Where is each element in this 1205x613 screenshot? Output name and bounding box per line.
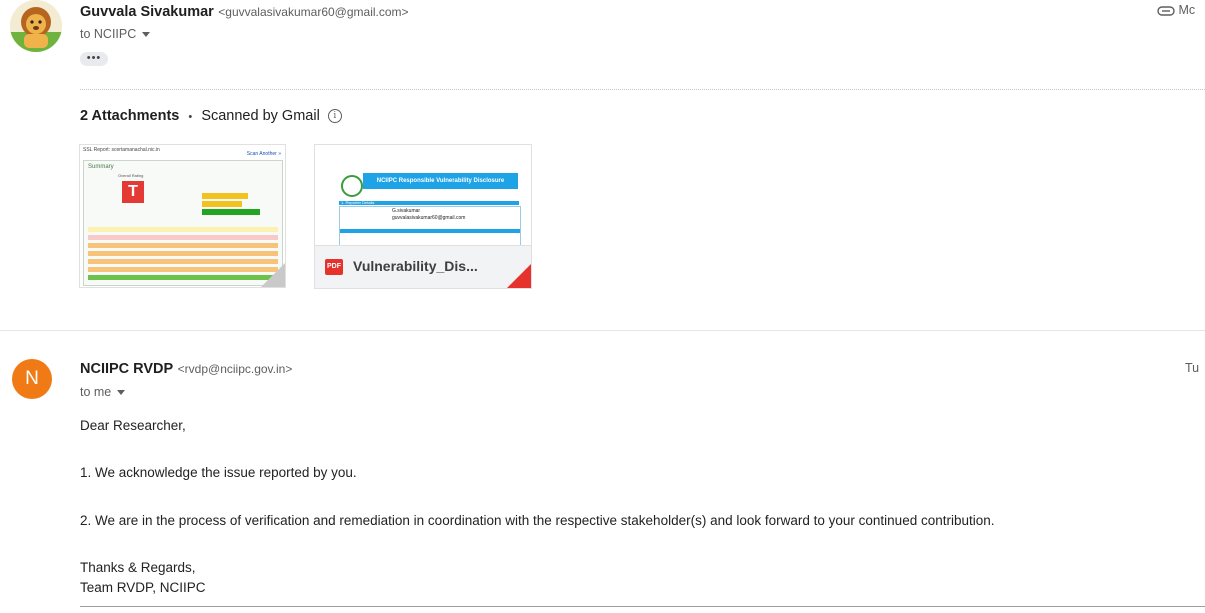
- page-curl-icon: [261, 263, 285, 287]
- attachment-file-bar: PDF Vulnerability_Dis...: [315, 245, 531, 288]
- notice-row-2: [88, 235, 278, 240]
- pdf-icon: PDF: [325, 259, 343, 275]
- recipients-dropdown[interactable]: to me: [80, 385, 126, 399]
- caret-down-icon: [142, 32, 151, 38]
- lion-icon: [10, 0, 62, 52]
- body-line-2: 2. We are in the process of verification…: [80, 513, 995, 528]
- overall-rating-label: Overall Rating: [118, 173, 144, 178]
- rating-bar-1: [202, 193, 248, 199]
- grade-badge: T: [122, 181, 144, 203]
- notice-row-6: [88, 267, 278, 272]
- paperclip-icon: [1157, 6, 1175, 16]
- info-icon[interactable]: i: [327, 109, 342, 124]
- attachment-card-ssl-report[interactable]: SSL Report: scertamanachal.nic.in Scan A…: [79, 144, 286, 288]
- recipients-label: to NCIIPC: [80, 27, 137, 41]
- sender-name[interactable]: Guvvala Sivakumar: [80, 4, 214, 20]
- caret-down-icon: [117, 390, 126, 396]
- notice-row-7: [88, 275, 278, 280]
- nciipc-logo-icon: [341, 175, 363, 197]
- preview-header: NCIIPC Responsible Vulnerability Disclos…: [363, 173, 518, 189]
- sender-avatar[interactable]: N: [12, 359, 52, 399]
- recipients-dropdown[interactable]: to NCIIPC: [80, 27, 151, 41]
- notice-row-1: [88, 227, 278, 232]
- preview-title: SSL Report: scertamanachal.nic.in: [83, 147, 160, 153]
- notice-row-4: [88, 251, 278, 256]
- summary-label: Summary: [88, 164, 114, 170]
- signature-divider: [80, 606, 1205, 607]
- show-trimmed-content-button[interactable]: •••: [80, 52, 108, 66]
- body-line-1: 1. We acknowledge the issue reported by …: [80, 465, 357, 480]
- body-closing: Thanks & Regards,: [80, 560, 196, 575]
- attachments-heading: 2 Attachments • Scanned by Gmail i: [80, 108, 342, 124]
- preview-section-bar-2: [340, 229, 520, 233]
- sender-name[interactable]: NCIIPC RVDP: [80, 361, 173, 377]
- message-date: Tu: [1185, 361, 1200, 375]
- sender-avatar-lion[interactable]: [10, 0, 62, 52]
- separator-dot: •: [188, 111, 193, 123]
- page-curl-icon: [507, 264, 531, 288]
- body-greeting: Dear Researcher,: [80, 418, 186, 433]
- summary-panel: Summary Overall Rating T: [83, 160, 283, 286]
- recipients-label: to me: [80, 385, 112, 399]
- preview-link: Scan Another »: [246, 151, 281, 157]
- message-date: Mc: [1157, 3, 1195, 17]
- notice-row-5: [88, 259, 278, 264]
- attachments-count: 2 Attachments: [80, 108, 180, 124]
- sender-line: Guvvala Sivakumar <guvvalasivakumar60@gm…: [80, 3, 409, 21]
- preview-name: G.sivakumar: [392, 208, 421, 214]
- sender-email: <guvvalasivakumar60@gmail.com>: [218, 5, 409, 19]
- rating-bar-2: [202, 201, 242, 207]
- date-text: Mc: [1178, 3, 1196, 17]
- preview-form-table: G.sivakumar guvvalasivakumar60@gmail.com: [339, 206, 521, 248]
- body-signature: Team RVDP, NCIIPC: [80, 580, 206, 595]
- attachments-divider: [80, 89, 1205, 90]
- sender-email: <rvdp@nciipc.gov.in>: [177, 362, 293, 376]
- scanned-by-gmail: Scanned by Gmail: [201, 108, 320, 124]
- attachment-file-name: Vulnerability_Dis...: [353, 258, 478, 274]
- message-divider: [0, 330, 1205, 331]
- preview-section: 1. Reporter Details: [341, 200, 375, 205]
- preview-email: guvvalasivakumar60@gmail.com: [392, 215, 466, 221]
- sender-line-2: NCIIPC RVDP <rvdp@nciipc.gov.in>: [80, 360, 292, 378]
- attachment-card-pdf[interactable]: NCIIPC Responsible Vulnerability Disclos…: [314, 144, 532, 289]
- notice-row-3: [88, 243, 278, 248]
- rating-bar-3: [202, 209, 260, 215]
